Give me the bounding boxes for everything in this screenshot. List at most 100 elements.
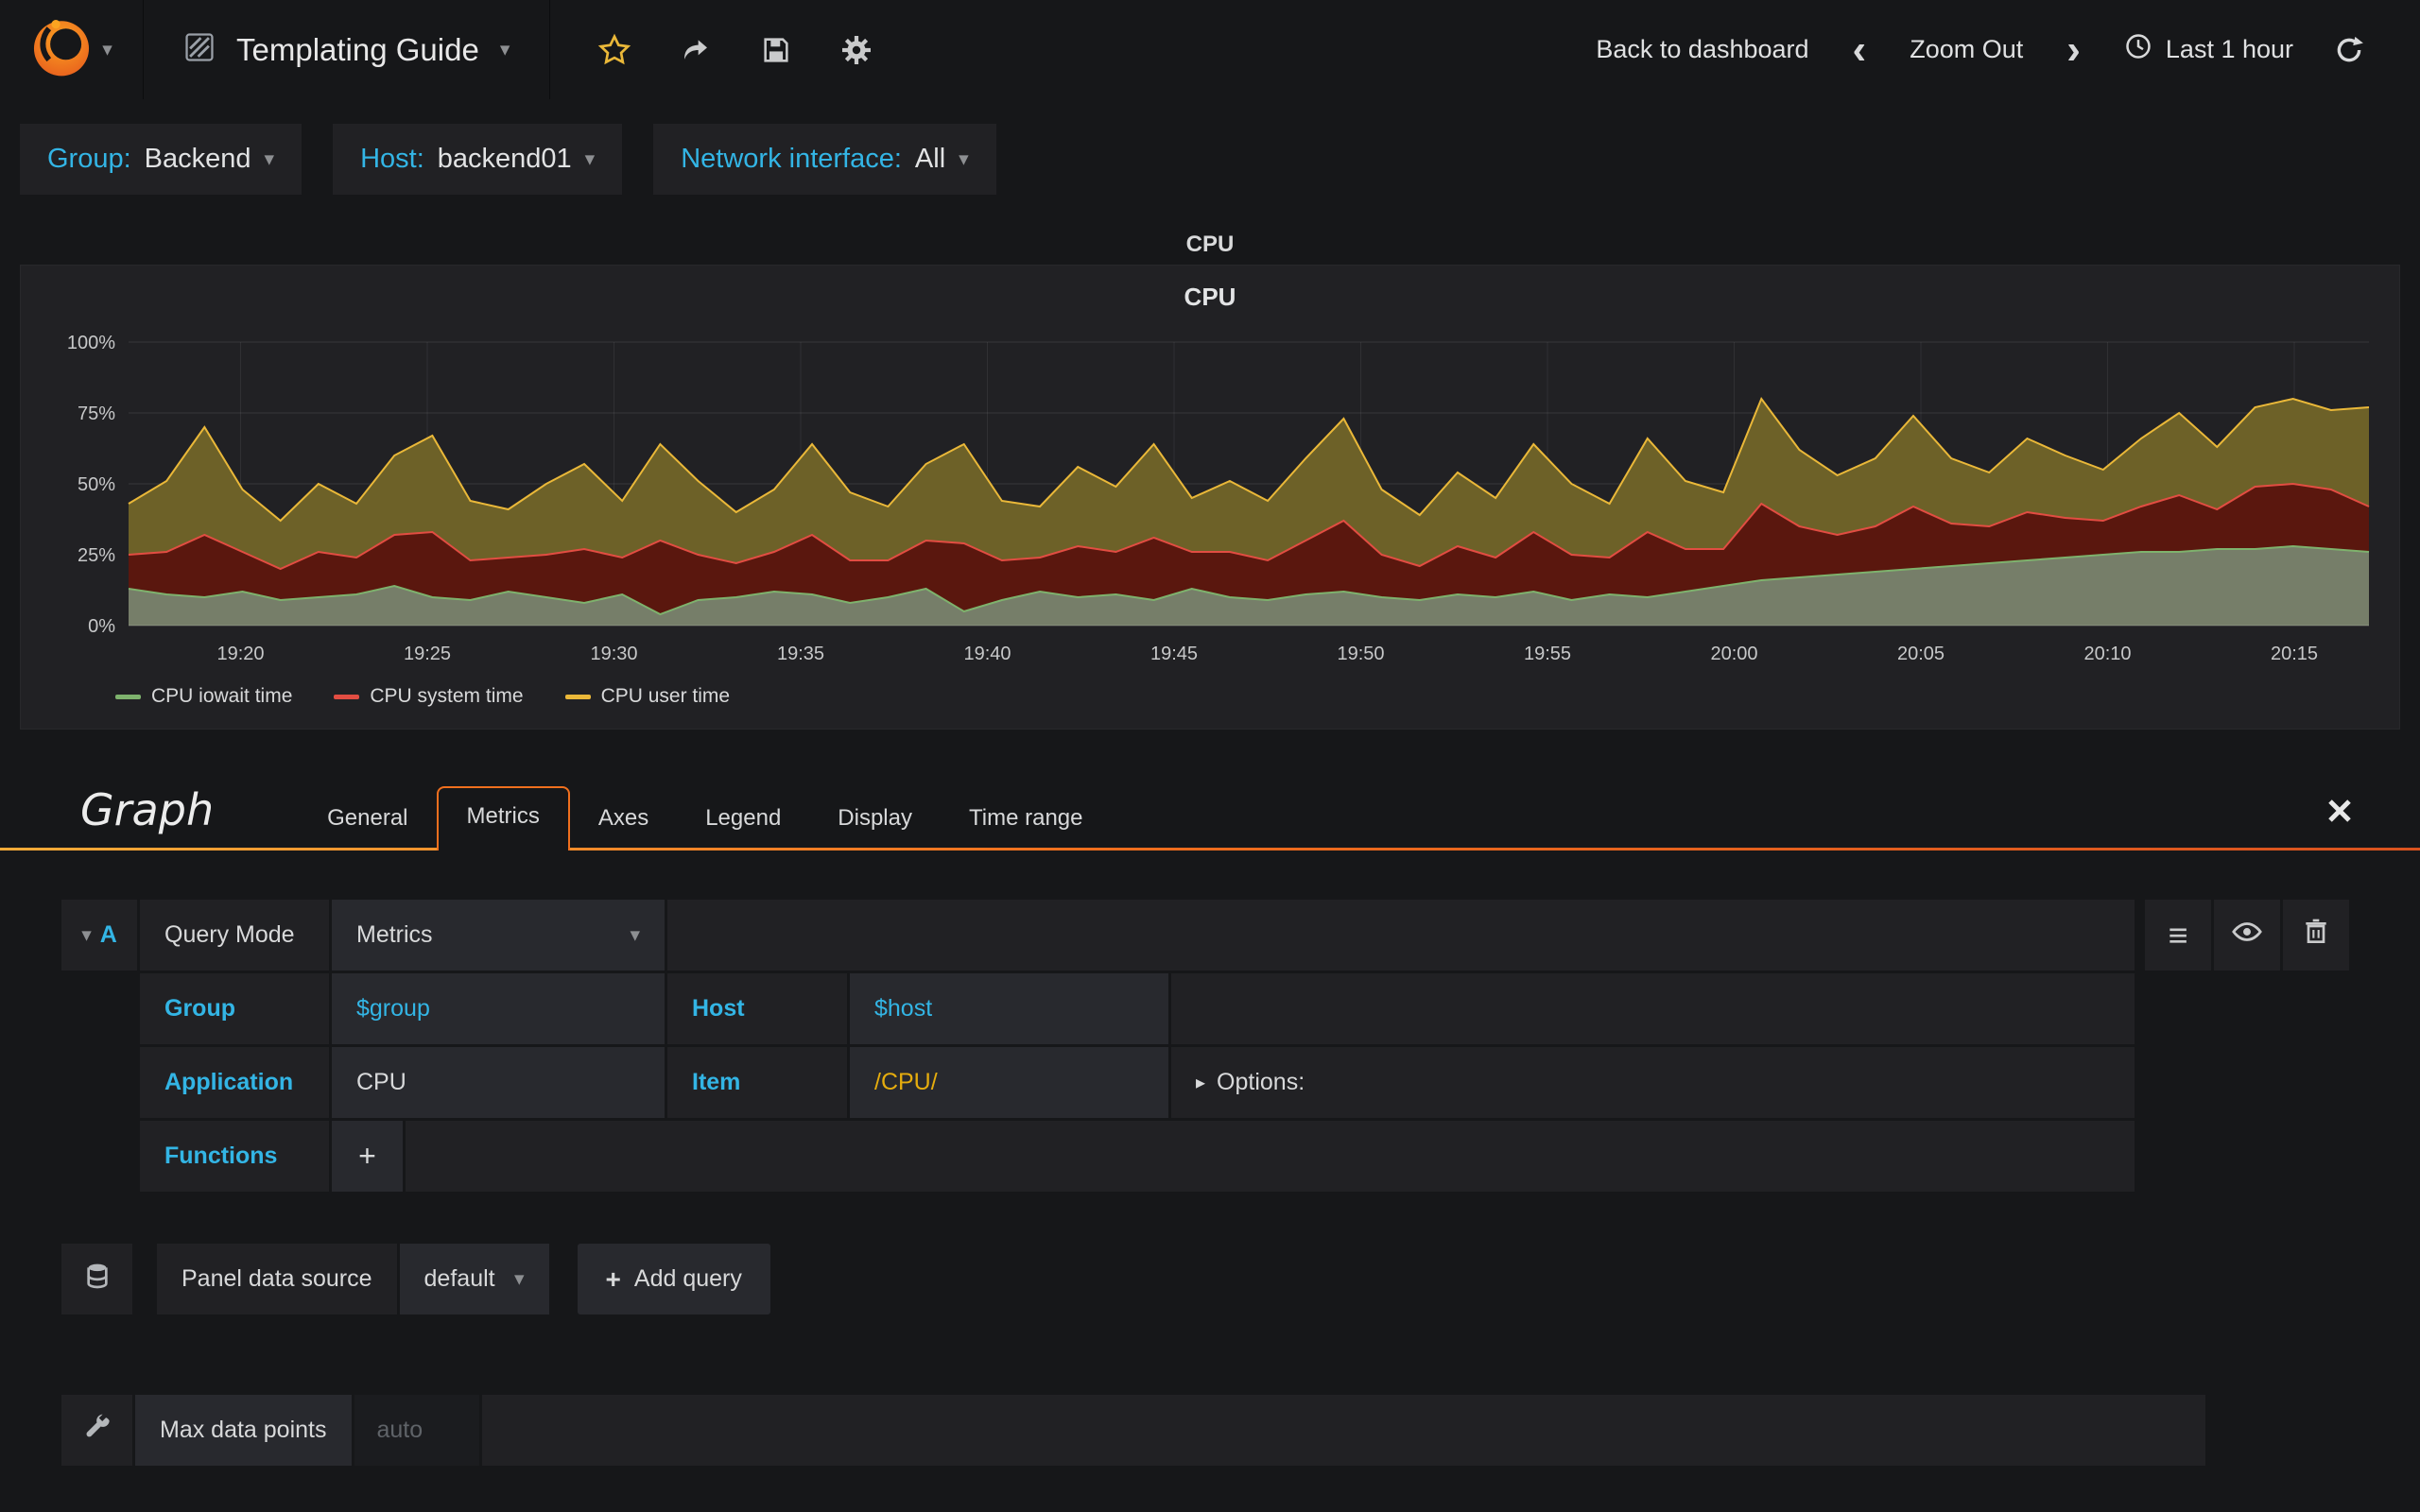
time-range-label: Last 1 hour <box>2165 35 2293 63</box>
dashboard-grid-icon <box>183 31 216 68</box>
tab-time-range[interactable]: Time range <box>941 790 1112 850</box>
query-delete-button[interactable] <box>2283 900 2349 971</box>
functions-row-filler <box>406 1121 2135 1192</box>
svg-text:100%: 100% <box>67 333 115 353</box>
close-editor-icon[interactable] <box>2325 797 2354 830</box>
svg-text:25%: 25% <box>78 545 115 566</box>
panel-options-icon-cell <box>61 1395 132 1466</box>
svg-text:19:55: 19:55 <box>1524 644 1571 664</box>
variable-host-caret-icon: ▾ <box>584 148 596 170</box>
legend-item-iowait[interactable]: CPU iowait time <box>115 685 292 708</box>
tab-axes[interactable]: Axes <box>570 790 677 850</box>
query-toggle-visibility-button[interactable] <box>2214 900 2280 971</box>
settings-gear-icon[interactable] <box>839 33 873 67</box>
legend-label-system: CPU system time <box>370 685 524 707</box>
time-range-picker[interactable]: Last 1 hour <box>2124 32 2293 67</box>
query-ref-toggle[interactable]: ▾ A <box>61 900 137 971</box>
svg-text:75%: 75% <box>78 404 115 424</box>
svg-text:19:50: 19:50 <box>1337 644 1384 664</box>
variable-network-caret-icon: ▾ <box>959 148 969 170</box>
max-data-points-input[interactable] <box>354 1395 479 1466</box>
tab-general[interactable]: General <box>299 790 436 850</box>
item-field-value[interactable]: /CPU/ <box>850 1047 1168 1118</box>
datasource-selector: Panel data source default ▾ <box>157 1244 549 1314</box>
zoom-right-chevron-icon[interactable]: › <box>2063 28 2084 71</box>
svg-text:20:10: 20:10 <box>2083 644 2131 664</box>
panel-type-title: Graph <box>80 784 215 835</box>
svg-text:19:40: 19:40 <box>963 644 1011 664</box>
datasource-value: default <box>424 1265 495 1292</box>
query-mode-dropdown[interactable]: Metrics ▾ <box>332 900 665 971</box>
database-icon <box>82 1261 112 1297</box>
tab-metrics[interactable]: Metrics <box>436 786 570 850</box>
datasource-caret-icon: ▾ <box>513 1268 525 1290</box>
legend-item-system[interactable]: CPU system time <box>334 685 524 708</box>
datasource-dropdown[interactable]: default ▾ <box>399 1244 549 1314</box>
svg-text:20:00: 20:00 <box>1710 644 1757 664</box>
max-data-points-label: Max data points <box>135 1395 352 1466</box>
add-function-button[interactable]: + <box>332 1121 403 1192</box>
options-caret-icon: ▸ <box>1196 1073 1206 1093</box>
variable-network-interface[interactable]: Network interface: All ▾ <box>653 124 996 195</box>
svg-text:50%: 50% <box>78 474 115 495</box>
options-expander[interactable]: ▸ Options: <box>1171 1047 2135 1118</box>
dashboard-title-caret-icon: ▾ <box>499 39 510 60</box>
legend-dash-iowait-icon <box>115 694 141 699</box>
variable-network-value: All <box>914 144 946 174</box>
variable-host[interactable]: Host: backend01 ▾ <box>333 124 623 195</box>
tab-display[interactable]: Display <box>809 790 941 850</box>
variable-group-label: Group: <box>47 144 131 174</box>
grafana-logo-button[interactable]: ▾ <box>0 0 144 99</box>
variable-group[interactable]: Group: Backend ▾ <box>20 124 302 195</box>
group-field-value[interactable]: $group <box>332 973 665 1044</box>
navbar-actions <box>550 33 921 67</box>
variable-host-label: Host: <box>360 144 424 174</box>
legend-label-user: CPU user time <box>600 685 731 707</box>
query-mode-value: Metrics <box>356 921 433 948</box>
functions-label: Functions <box>140 1121 329 1192</box>
dashboard-title: Templating Guide <box>236 31 479 67</box>
menu-hamburger-icon: ≡ <box>2168 915 2188 954</box>
options-label: Options: <box>1217 1069 1305 1095</box>
application-value-text: CPU <box>356 1069 406 1095</box>
share-icon[interactable] <box>679 35 713 65</box>
group-variable-text: $group <box>356 995 430 1022</box>
star-icon[interactable] <box>597 33 631 67</box>
tab-legend[interactable]: Legend <box>677 790 809 850</box>
svg-text:19:35: 19:35 <box>777 644 824 664</box>
add-query-button[interactable]: + Add query <box>577 1244 770 1314</box>
eye-icon <box>2231 916 2263 954</box>
legend-item-user[interactable]: CPU user time <box>564 685 731 708</box>
application-field-value[interactable]: CPU <box>332 1047 665 1118</box>
zoom-out-button[interactable]: Zoom Out <box>1910 35 2023 64</box>
legend-label-iowait: CPU iowait time <box>151 685 293 707</box>
panel-title[interactable]: CPU <box>21 266 2399 321</box>
variable-network-label: Network interface: <box>681 144 902 174</box>
datasource-row: Panel data source default ▾ + Add query <box>61 1244 2420 1314</box>
svg-text:19:20: 19:20 <box>216 644 264 664</box>
query-row-buttons: ≡ <box>2145 900 2349 971</box>
dashboard-title-dropdown[interactable]: Templating Guide ▾ <box>144 0 551 99</box>
trash-icon <box>2301 917 2331 954</box>
back-to-dashboard-link[interactable]: Back to dashboard <box>1596 35 1808 64</box>
variable-group-caret-icon: ▾ <box>264 148 275 170</box>
host-field-label: Host <box>667 973 847 1044</box>
cpu-graph-panel: CPU 0% 25% 50% 75% 100% 19:20 19:25 19:30 19:35 1… <box>20 265 2400 730</box>
save-icon[interactable] <box>760 34 792 66</box>
zoom-left-chevron-icon[interactable]: ‹ <box>1849 28 1871 71</box>
query-row-functions: Functions + <box>140 1121 2135 1192</box>
host-field-value[interactable]: $host <box>850 973 1168 1044</box>
query-menu-button[interactable]: ≡ <box>2145 900 2211 971</box>
template-variables-row: Group: Backend ▾ Host: backend01 ▾ Netwo… <box>0 99 2420 195</box>
wrench-icon <box>82 1412 112 1449</box>
editor-tabs: General Metrics Axes Legend Display Time… <box>299 786 2354 850</box>
svg-text:0%: 0% <box>88 616 115 637</box>
cpu-stacked-area-chart: 0% 25% 50% 75% 100% 19:20 19:25 19:30 19:35 19:40… <box>67 333 2370 664</box>
application-field-label: Application <box>140 1047 329 1118</box>
max-data-points-filler <box>481 1395 2205 1466</box>
query-row-filler <box>667 900 2135 971</box>
variable-group-value: Backend <box>144 144 251 174</box>
panel-drag-header[interactable]: CPU <box>0 225 2420 265</box>
refresh-icon[interactable] <box>2333 34 2365 66</box>
query-row-application-item: Application CPU Item /CPU/ ▸ Options: <box>140 1047 2135 1118</box>
